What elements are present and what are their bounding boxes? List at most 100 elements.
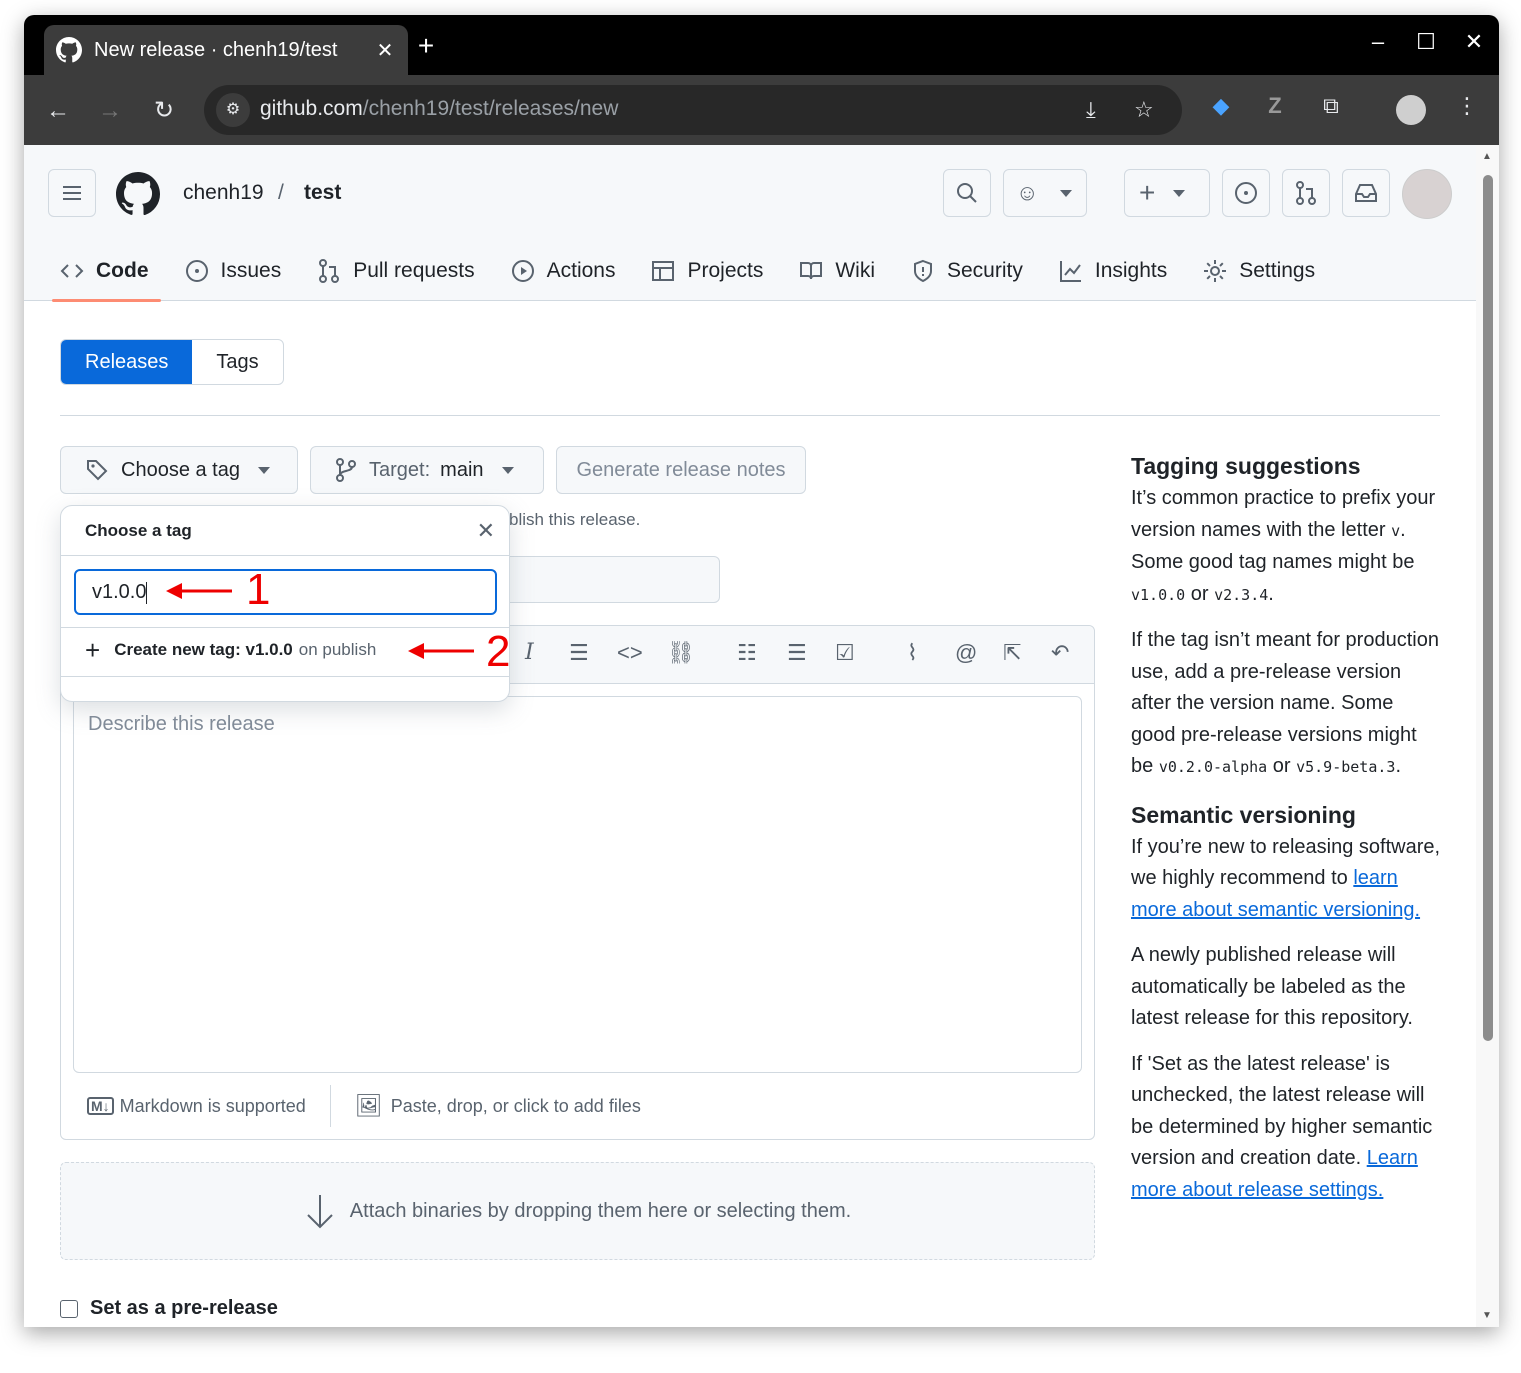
- choose-tag-dropdown: Choose a tag ✕ v1.0.0 + Create new tag: …: [60, 505, 510, 702]
- copilot-button[interactable]: ☺: [1003, 169, 1087, 217]
- extension-z-icon[interactable]: Z: [1258, 93, 1292, 119]
- url-text[interactable]: github.com/chenh19/test/releases/new: [260, 97, 618, 121]
- annotation-arrow-2: [408, 643, 474, 659]
- pull-requests-icon[interactable]: [1282, 169, 1330, 217]
- link-icon[interactable]: ⛓: [667, 640, 695, 666]
- repo-owner-link[interactable]: chenh19: [183, 181, 264, 205]
- markdown-link[interactable]: Markdown is supported: [120, 1096, 306, 1117]
- semver-paragraph: If you’re new to releasing software, we …: [1131, 835, 1441, 921]
- forward-icon[interactable]: →: [92, 93, 128, 129]
- release-description-editor: I ☰ <> ⛓ ☷ ☰ ☑ ⌇ @ ⇱ ↶ Describe this rel…: [60, 625, 1095, 1140]
- close-icon[interactable]: ✕: [477, 518, 495, 544]
- unordered-list-icon[interactable]: ☰: [787, 640, 807, 666]
- prerelease-checkbox[interactable]: [60, 1299, 78, 1318]
- cross-reference-icon[interactable]: ⇱: [1003, 640, 1021, 666]
- arrow-down-icon: [307, 1195, 333, 1229]
- code-icon[interactable]: <>: [617, 640, 643, 666]
- italic-icon[interactable]: I: [525, 640, 534, 665]
- release-title-input[interactable]: [509, 556, 720, 603]
- hamburger-menu-icon[interactable]: [48, 169, 96, 217]
- dropdown-header: Choose a tag ✕: [61, 506, 509, 556]
- github-logo-icon[interactable]: [116, 172, 160, 216]
- new-tab-button[interactable]: +: [408, 32, 444, 60]
- copilot-icon: ☺: [1016, 180, 1039, 205]
- task-list-icon[interactable]: ☑: [835, 640, 855, 666]
- shield-icon: [914, 259, 932, 283]
- helper-text: blish this release.: [509, 510, 641, 529]
- tab-close-icon[interactable]: ✕: [372, 38, 398, 63]
- bookmark-star-icon[interactable]: ☆: [1134, 97, 1154, 123]
- releases-tab[interactable]: Releases: [61, 340, 193, 384]
- tab-insights[interactable]: Insights: [1059, 241, 1167, 301]
- scrollbar-thumb[interactable]: [1483, 175, 1493, 1041]
- tagging-paragraph: It’s common practice to prefix your vers…: [1131, 487, 1436, 605]
- markdown-icon: M↓: [87, 1097, 114, 1115]
- prerelease-paragraph: If the tag isn’t meant for production us…: [1131, 629, 1439, 777]
- profile-avatar[interactable]: [1396, 95, 1426, 125]
- minimize-icon[interactable]: –: [1358, 29, 1398, 55]
- tags-tab[interactable]: Tags: [192, 340, 282, 384]
- tab-actions[interactable]: Actions: [511, 241, 615, 301]
- tab-pull-requests[interactable]: Pull requests: [317, 241, 475, 301]
- repo-nav: Code Issues Pull requests Actions Projec…: [52, 241, 1351, 302]
- tab-issues[interactable]: Issues: [185, 241, 281, 301]
- quote-icon[interactable]: ☰: [569, 640, 589, 666]
- semantic-versioning-heading: Semantic versioning: [1131, 801, 1356, 828]
- repo-header: chenh19 / test ☺ + Code Issues Pull requ…: [24, 145, 1476, 302]
- choose-tag-button[interactable]: Choose a tag: [60, 446, 298, 494]
- latest-release-paragraph: A newly published release will automatic…: [1131, 944, 1413, 1029]
- issues-icon[interactable]: [1222, 169, 1270, 217]
- gear-icon: [1204, 260, 1227, 282]
- back-icon[interactable]: ←: [40, 93, 76, 129]
- table-icon: [652, 261, 675, 281]
- undo-icon[interactable]: ↶: [1051, 640, 1069, 666]
- maximize-icon[interactable]: ☐: [1406, 29, 1446, 55]
- attach-binaries-dropzone[interactable]: Attach binaries by dropping them here or…: [60, 1162, 1095, 1260]
- reload-icon[interactable]: ↻: [146, 93, 182, 129]
- mention-icon[interactable]: @: [955, 640, 977, 666]
- search-icon[interactable]: [943, 169, 991, 217]
- issues-icon: [185, 260, 208, 282]
- target-branch-button[interactable]: Target: main: [310, 446, 544, 494]
- paperclip-icon[interactable]: ⌇: [907, 640, 918, 666]
- editor-footer: M↓ Markdown is supported 🖼 Paste, drop, …: [61, 1073, 1094, 1139]
- repo-name-link[interactable]: test: [304, 181, 341, 205]
- book-icon: [800, 262, 823, 280]
- scroll-up-icon[interactable]: ▲: [1482, 151, 1492, 162]
- prerelease-checkbox-row[interactable]: Set as a pre-release: [60, 1297, 278, 1320]
- add-files-link[interactable]: Paste, drop, or click to add files: [391, 1096, 641, 1117]
- chevron-down-icon: [1060, 189, 1073, 197]
- code-icon: [60, 264, 84, 278]
- address-bar[interactable]: ⚙ github.com/chenh19/test/releases/new ⤓…: [204, 85, 1182, 135]
- extension-diamond-icon[interactable]: ◆: [1204, 93, 1238, 119]
- footer-divider: [329, 1085, 331, 1127]
- create-new-button[interactable]: +: [1124, 169, 1210, 217]
- divider: [60, 415, 1440, 416]
- extensions-puzzle-icon[interactable]: ⧉: [1314, 93, 1348, 119]
- scroll-down-icon[interactable]: ▼: [1482, 1310, 1492, 1321]
- ordered-list-icon[interactable]: ☷: [737, 640, 757, 666]
- chevron-down-icon: [257, 466, 270, 474]
- browser-tab[interactable]: New release · chenh19/test ✕: [44, 25, 408, 75]
- generate-release-notes-button[interactable]: Generate release notes: [556, 446, 806, 494]
- annotation-number-1: 1: [246, 565, 271, 614]
- user-avatar[interactable]: [1402, 169, 1452, 219]
- tab-wiki[interactable]: Wiki: [799, 241, 875, 301]
- tab-security[interactable]: Security: [911, 241, 1023, 301]
- tab-settings[interactable]: Settings: [1203, 241, 1315, 301]
- site-info-icon[interactable]: ⚙: [216, 93, 250, 127]
- page-scrollbar[interactable]: ▲ ▼: [1476, 145, 1499, 1327]
- tag-search-input[interactable]: v1.0.0: [74, 569, 497, 615]
- browser-toolbar: ← → ↻ ⚙ github.com/chenh19/test/releases…: [24, 75, 1499, 145]
- inbox-icon[interactable]: [1342, 169, 1390, 217]
- tab-projects[interactable]: Projects: [651, 241, 763, 301]
- create-new-tag-option[interactable]: + Create new tag: v1.0.0 on publish: [85, 637, 376, 663]
- window-close-icon[interactable]: ✕: [1454, 29, 1494, 55]
- install-icon[interactable]: ⤓: [1086, 97, 1096, 123]
- description-textarea[interactable]: Describe this release: [73, 696, 1082, 1073]
- divider: [61, 627, 509, 628]
- tab-code[interactable]: Code: [52, 241, 160, 302]
- title-bar: New release · chenh19/test ✕ + – ☐ ✕: [24, 15, 1499, 75]
- chrome-menu-icon[interactable]: ⋮: [1450, 93, 1484, 119]
- browser-window: New release · chenh19/test ✕ + – ☐ ✕ ← →…: [24, 15, 1499, 1327]
